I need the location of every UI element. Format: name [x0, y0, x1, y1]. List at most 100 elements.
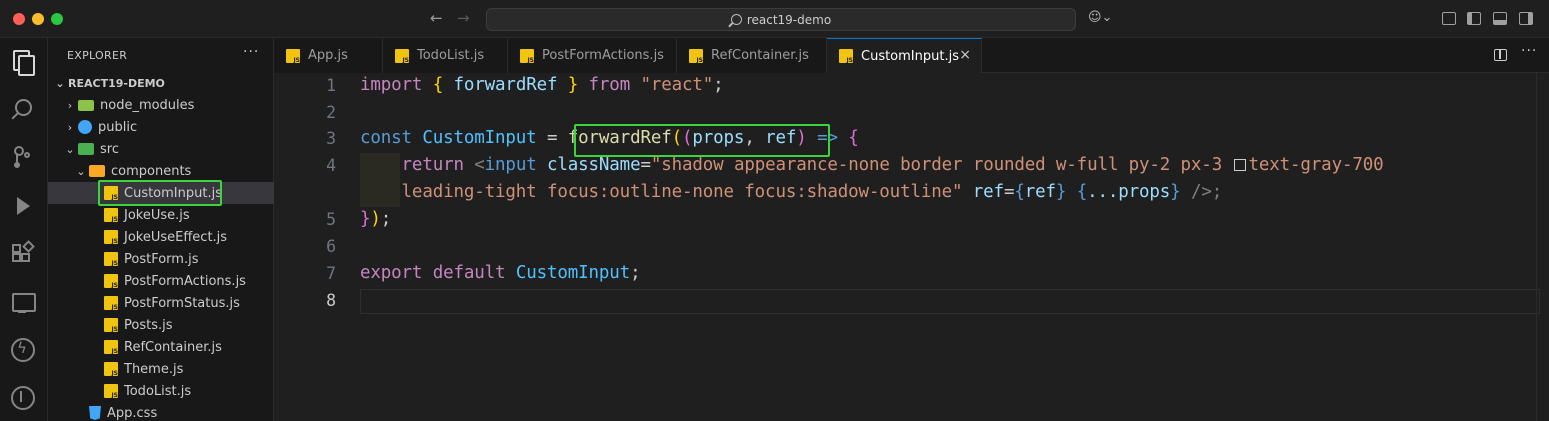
- chevron-down-icon: ⌄: [76, 164, 86, 178]
- tree-item[interactable]: › node_modules: [48, 94, 274, 116]
- tree-item-label: REACT19-DEMO: [68, 76, 165, 90]
- line-number: 8: [326, 291, 336, 310]
- tree-item-label: Theme.js: [124, 361, 184, 377]
- line-number: 6: [326, 237, 336, 256]
- tree-item[interactable]: PostForm.js: [48, 248, 274, 270]
- tree-item[interactable]: RefContainer.js: [48, 336, 274, 358]
- tree-item-label: PostFormStatus.js: [124, 295, 240, 311]
- minimize-window-button[interactable]: [32, 13, 44, 25]
- tree-item[interactable]: JokeUse.js: [48, 204, 274, 226]
- folder-public-icon: [78, 120, 92, 134]
- tree-item[interactable]: Theme.js: [48, 358, 274, 380]
- js-file-icon: [520, 48, 534, 64]
- code-line-5: });: [360, 209, 392, 229]
- tab-label: RefContainer.js: [711, 48, 809, 63]
- editor-scrollbar[interactable]: [1536, 73, 1537, 421]
- chevron-right-icon: ›: [67, 120, 73, 134]
- folder-components-icon: [89, 165, 105, 177]
- remote-explorer-icon[interactable]: [10, 290, 36, 316]
- git-graph-icon[interactable]: [10, 386, 36, 412]
- tree-item[interactable]: ⌄ components: [48, 160, 274, 182]
- js-file-icon: [104, 340, 118, 355]
- color-swatch[interactable]: [1234, 159, 1247, 171]
- line-number: 2: [326, 103, 336, 122]
- tree-item[interactable]: PostFormStatus.js: [48, 292, 274, 314]
- editor-tab[interactable]: TodoList.js: [383, 38, 508, 73]
- customize-layout-icon[interactable]: [1442, 12, 1456, 25]
- tree-item-label: public: [98, 119, 138, 135]
- code-editor[interactable]: 1 2 3 4 5 6 7 8 import { forwardRef } from "rea…: [274, 73, 1549, 421]
- editor-tab[interactable]: CustomInput.js×: [827, 38, 982, 73]
- js-file-icon: [104, 362, 118, 377]
- code-line-1: import { forwardRef } from "react";: [360, 75, 724, 95]
- js-file-icon: [104, 208, 118, 223]
- explorer-title: EXPLORER: [67, 49, 128, 62]
- explorer-more-button[interactable]: ···: [243, 44, 259, 60]
- tree-item-label: TodoList.js: [124, 383, 192, 399]
- lightning-icon[interactable]: ϟ: [10, 338, 36, 364]
- js-file-icon: [104, 186, 118, 201]
- editor-tab[interactable]: App.js: [274, 38, 383, 73]
- chevron-down-icon: ⌄: [65, 142, 75, 156]
- tree-item[interactable]: CustomInput.js: [48, 182, 274, 204]
- toggle-primary-sidebar-icon[interactable]: [1467, 12, 1481, 25]
- tree-item-label: CustomInput.js: [124, 185, 222, 201]
- js-file-icon: [104, 318, 118, 333]
- explorer-sidebar: EXPLORER ··· ⌄ REACT19-DEMO › node_modules ›…: [48, 38, 274, 421]
- tree-item-label: App.css: [107, 405, 158, 421]
- tree-item-label: JokeUseEffect.js: [124, 229, 228, 245]
- line-number: 1: [326, 76, 336, 95]
- toggle-secondary-sidebar-icon[interactable]: [1519, 12, 1533, 25]
- run-debug-icon[interactable]: [10, 194, 36, 220]
- tree-item-label: node_modules: [100, 97, 195, 113]
- tree-item-label: Posts.js: [124, 317, 173, 333]
- tree-item[interactable]: Posts.js: [48, 314, 274, 336]
- tab-label: CustomInput.js: [861, 48, 959, 64]
- tree-item[interactable]: TodoList.js: [48, 380, 274, 402]
- code-line-4: return <input className="shadow appearan…: [401, 155, 1384, 175]
- code-line-4-wrapped: leading-tight focus:outline-none focus:s…: [401, 182, 1223, 202]
- close-tab-icon[interactable]: ×: [959, 47, 971, 63]
- tabs-more-button[interactable]: ···: [1521, 43, 1537, 59]
- js-file-icon: [104, 384, 118, 399]
- editor-tab[interactable]: RefContainer.js: [677, 38, 827, 73]
- explorer-icon[interactable]: [10, 48, 36, 76]
- js-file-icon: [395, 48, 409, 64]
- split-editor-icon[interactable]: [1494, 49, 1507, 61]
- maximize-window-button[interactable]: [51, 13, 63, 25]
- tree-item[interactable]: PostFormActions.js: [48, 270, 274, 292]
- folder-src-icon: [78, 143, 94, 155]
- back-arrow-icon[interactable]: ←: [430, 9, 443, 27]
- tree-item[interactable]: › public: [48, 116, 274, 138]
- command-center-label: react19-demo: [746, 12, 832, 27]
- editor-tabs: App.js TodoList.js PostFormActions.js RefCo…: [274, 38, 1549, 73]
- tree-item-label: RefContainer.js: [124, 339, 222, 355]
- command-center-search[interactable]: react19-demo: [486, 8, 1076, 31]
- extensions-icon[interactable]: [10, 240, 36, 268]
- css-file-icon: [89, 406, 101, 420]
- tree-item-label: PostForm.js: [124, 251, 199, 267]
- tree-item[interactable]: App.css: [48, 402, 274, 421]
- folder-node-icon: [78, 100, 94, 111]
- tree-item-label: components: [111, 163, 192, 179]
- source-control-icon[interactable]: [10, 144, 36, 170]
- line-number: 4: [326, 156, 336, 175]
- tree-item[interactable]: JokeUseEffect.js: [48, 226, 274, 248]
- search-view-icon[interactable]: [10, 96, 36, 122]
- js-file-icon: [104, 252, 118, 267]
- close-window-button[interactable]: [13, 13, 25, 25]
- js-file-icon: [104, 274, 118, 289]
- workspace-root[interactable]: ⌄ REACT19-DEMO: [48, 72, 274, 94]
- editor-tab[interactable]: PostFormActions.js: [508, 38, 677, 73]
- line-number: 7: [326, 264, 336, 283]
- chevron-down-icon: ⌄: [55, 76, 65, 90]
- toggle-panel-icon[interactable]: [1493, 12, 1507, 25]
- copilot-icon[interactable]: ☺⌄: [1088, 10, 1112, 25]
- tree-item[interactable]: ⌄ src: [48, 138, 274, 160]
- chevron-right-icon: ›: [67, 98, 73, 112]
- line-number: 5: [326, 210, 336, 229]
- code-line-3: const CustomInput = forwardRef((props, r…: [360, 128, 859, 148]
- tree-item-label: src: [100, 141, 119, 157]
- js-file-icon: [689, 48, 703, 64]
- forward-arrow-icon[interactable]: →: [457, 9, 470, 27]
